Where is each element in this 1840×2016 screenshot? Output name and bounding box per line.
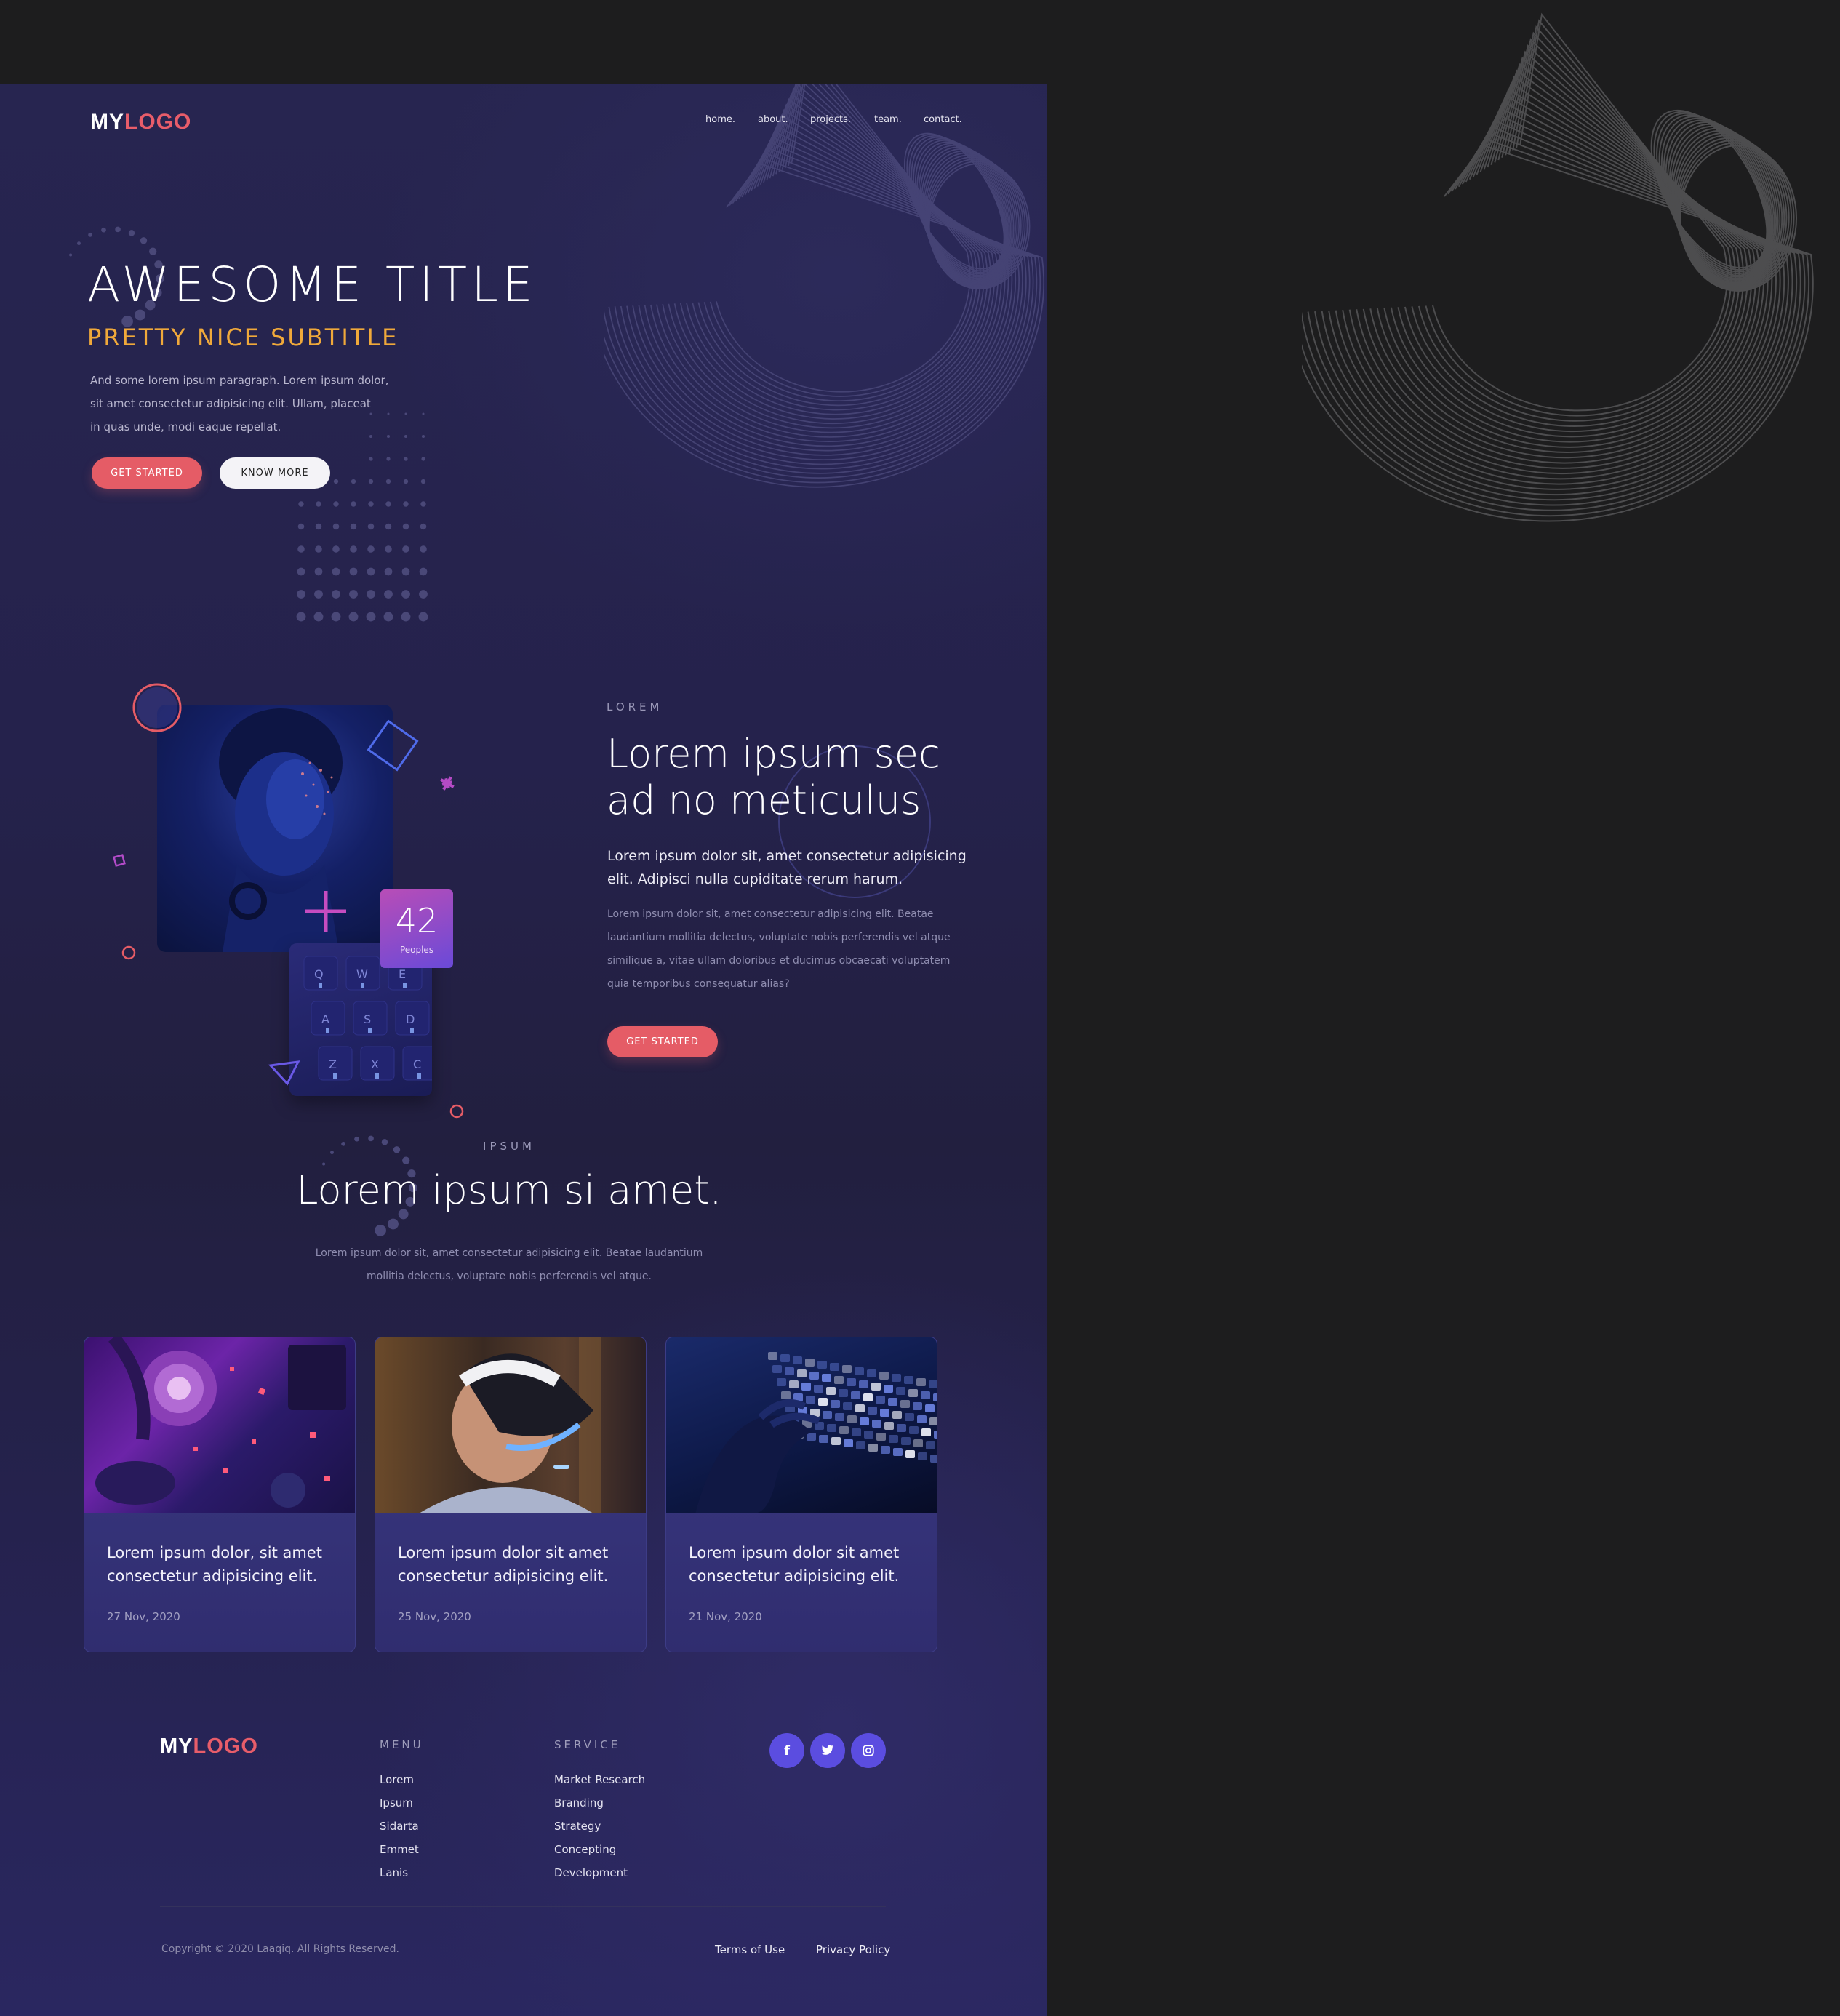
- post-title: Lorem ipsum dolor sit amet consectetur a…: [398, 1544, 609, 1585]
- nav-home[interactable]: home.: [705, 114, 735, 125]
- footer-menu-title: MENU: [380, 1738, 424, 1751]
- posts-intro: Lorem ipsum dolor sit, amet consectetur …: [315, 1247, 703, 1282]
- facebook-icon[interactable]: f: [769, 1733, 804, 1768]
- footer-service: Market Research Branding Strategy Concep…: [554, 1773, 729, 1919]
- gaming-headset-photo: [84, 1337, 355, 1513]
- about-body: Lorem ipsum dolor sit, amet consectetur …: [607, 908, 951, 990]
- post-date: 27 Nov, 2020: [107, 1610, 180, 1623]
- footer-service-link[interactable]: Development: [554, 1866, 628, 1879]
- about-eyebrow: LOREM: [607, 700, 663, 713]
- instagram-icon[interactable]: [851, 1733, 886, 1768]
- shapes-decoration: [113, 683, 464, 1119]
- footer-service-link[interactable]: Concepting: [554, 1843, 616, 1856]
- privacy-link[interactable]: Privacy Policy: [816, 1943, 890, 1956]
- post-card[interactable]: Lorem ipsum dolor sit amet consectetur a…: [375, 1337, 647, 1652]
- footer-menu-link[interactable]: Lanis: [380, 1866, 408, 1879]
- get-started-button[interactable]: GET STARTED: [92, 457, 202, 489]
- about-get-started-button[interactable]: GET STARTED: [607, 1026, 718, 1057]
- footer-menu-link[interactable]: Sidarta: [380, 1820, 419, 1833]
- footer-service-link[interactable]: Branding: [554, 1796, 604, 1809]
- know-more-button[interactable]: KNOW MORE: [220, 457, 330, 489]
- posts-eyebrow: IPSUM: [483, 1140, 535, 1153]
- nav-projects[interactable]: projects.: [810, 114, 851, 125]
- keyboard-photo: [666, 1337, 937, 1513]
- footer-service-title: SERVICE: [554, 1738, 621, 1751]
- footer-menu-link[interactable]: Emmet: [380, 1843, 419, 1856]
- post-date: 25 Nov, 2020: [398, 1610, 471, 1623]
- twitter-icon[interactable]: [810, 1733, 845, 1768]
- vr-headset-photo: [375, 1337, 646, 1513]
- copyright-text: Copyright © 2020 Laaqiq. All Rights Rese…: [161, 1943, 399, 1955]
- nav-about[interactable]: about.: [758, 114, 788, 125]
- main-nav: home. about. projects. team. contact.: [698, 114, 962, 129]
- footer-divider: [160, 1906, 886, 1907]
- post-card[interactable]: Lorem ipsum dolor, sit amet consectetur …: [84, 1337, 356, 1652]
- post-date: 21 Nov, 2020: [689, 1610, 762, 1623]
- nav-contact[interactable]: contact.: [924, 114, 962, 125]
- footer-logo[interactable]: MYLOGO: [160, 1735, 258, 1759]
- wireframe-decoration-hero: [604, 84, 1044, 488]
- footer-service-link[interactable]: Market Research: [554, 1773, 645, 1786]
- hero-title: AWESOME TITLE: [87, 257, 537, 313]
- footer-menu-link[interactable]: Lorem: [380, 1773, 414, 1786]
- wireframe-decoration-outside: [1302, 12, 1814, 522]
- footer-menu-link[interactable]: Ipsum: [380, 1796, 413, 1809]
- site-logo[interactable]: MYLOGO: [90, 110, 191, 135]
- about-illustration: QWEASDZXC 42 Peoples: [109, 680, 473, 1131]
- post-title: Lorem ipsum dolor sit amet consectetur a…: [689, 1544, 900, 1585]
- posts-heading: Lorem ipsum si amet.: [296, 1167, 722, 1213]
- terms-link[interactable]: Terms of Use: [715, 1943, 785, 1956]
- about-heading: Lorem ipsum sec ad no meticulus: [607, 731, 940, 823]
- post-title: Lorem ipsum dolor, sit amet consectetur …: [107, 1544, 322, 1585]
- landing-page: MYLOGO home. about. projects. team. cont…: [0, 84, 1047, 2016]
- post-card[interactable]: Lorem ipsum dolor sit amet consectetur a…: [665, 1337, 937, 1652]
- footer-menu: Lorem Ipsum Sidarta Emmet Lanis: [380, 1773, 525, 1919]
- hero-paragraph: And some lorem ipsum paragraph. Lorem ip…: [90, 374, 389, 433]
- nav-team[interactable]: team.: [874, 114, 902, 125]
- hero-subtitle: PRETTY NICE SUBTITLE: [87, 324, 399, 351]
- about-lead: Lorem ipsum dolor sit, amet consectetur …: [607, 848, 967, 887]
- footer-service-link[interactable]: Strategy: [554, 1820, 601, 1833]
